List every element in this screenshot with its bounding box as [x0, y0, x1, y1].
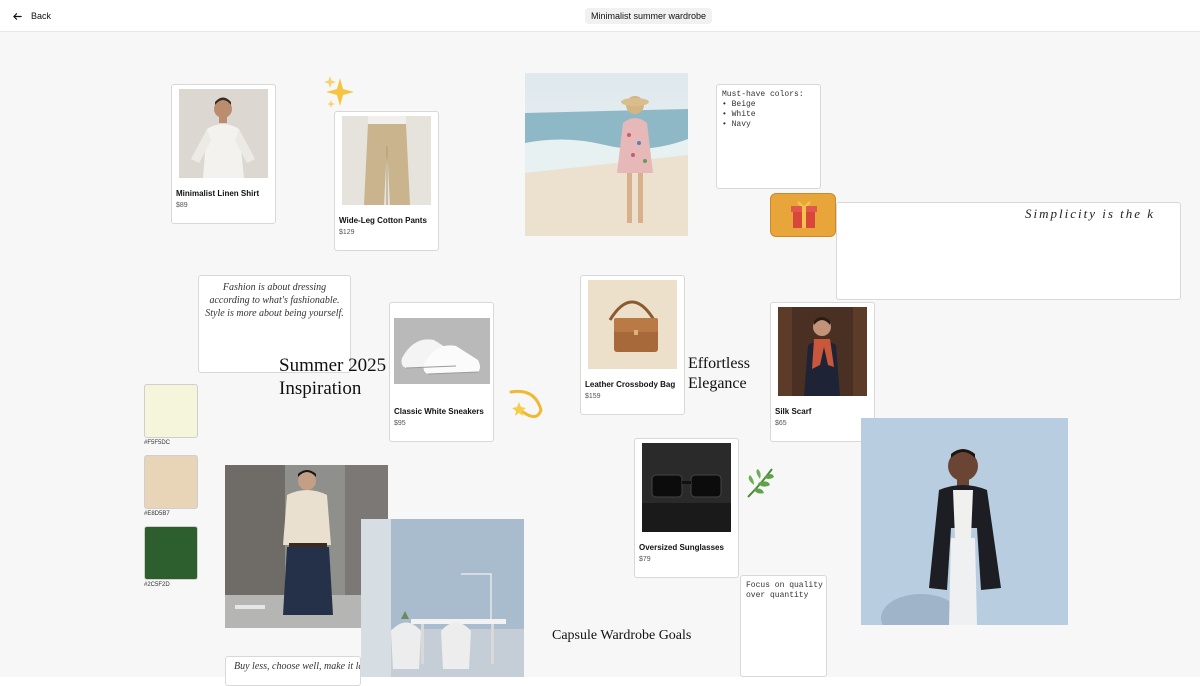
back-button[interactable]: Back [12, 8, 51, 24]
moodboard-canvas[interactable]: Minimalist Linen Shirt $89 Wide-Leg Cott… [0, 32, 1200, 686]
product-name: Wide-Leg Cotton Pants [339, 216, 427, 225]
product-card-white-sneakers[interactable]: Classic White Sneakers $95 [389, 302, 494, 442]
sparkles-icon[interactable] [322, 74, 358, 110]
note-must-have-colors[interactable]: Must-have colors: • Beige • White • Navy [716, 84, 821, 189]
product-name: Classic White Sneakers [394, 407, 484, 416]
product-image-white-sneakers [394, 318, 490, 384]
text-effortless-elegance[interactable]: Effortless Elegance [688, 354, 750, 394]
swatch-label: #E8D5B7 [144, 511, 170, 517]
arrow-left-icon [13, 12, 22, 20]
product-image-silk-scarf [778, 307, 867, 396]
product-name: Silk Scarf [775, 407, 812, 416]
herb-icon[interactable] [742, 465, 778, 501]
product-price: $95 [394, 420, 406, 427]
gift-icon[interactable] [770, 193, 836, 237]
product-price: $159 [585, 393, 601, 400]
workspace-photo[interactable] [361, 519, 524, 677]
product-image-crossbody-bag [588, 280, 677, 369]
product-price: $79 [639, 556, 651, 563]
product-card-silk-scarf[interactable]: Silk Scarf $65 [770, 302, 875, 442]
quote-simplicity[interactable]: Simplicity is the k [836, 202, 1181, 300]
color-swatch[interactable] [144, 455, 198, 509]
leather-jacket-photo[interactable] [861, 418, 1068, 625]
product-price: $129 [339, 229, 355, 236]
product-card-linen-shirt[interactable]: Minimalist Linen Shirt $89 [171, 84, 276, 224]
product-price: $65 [775, 420, 787, 427]
quote-text: Simplicity is the k [1025, 206, 1156, 221]
product-card-crossbody-bag[interactable]: Leather Crossbody Bag $159 [580, 275, 685, 415]
color-swatch[interactable] [144, 384, 198, 438]
product-name: Oversized Sunglasses [639, 543, 724, 552]
text-summer-2025[interactable]: Summer 2025 Inspiration [279, 354, 386, 400]
top-bar: Back Minimalist summer wardrobe [0, 0, 1200, 32]
product-name: Leather Crossbody Bag [585, 380, 676, 389]
board-title[interactable]: Minimalist summer wardrobe [585, 8, 713, 24]
swatch-label: #2C5F2D [144, 582, 170, 588]
product-image-linen-shirt [179, 89, 268, 178]
product-image-cotton-pants [342, 116, 431, 205]
note-quality[interactable]: Focus on quality over quantity [740, 575, 827, 677]
swatch-label: #F5F5DC [144, 440, 171, 446]
quote-text: Buy less, choose well, make it la [234, 661, 361, 672]
color-swatch[interactable] [144, 526, 198, 580]
beach-photo[interactable] [525, 73, 688, 236]
product-card-sunglasses[interactable]: Oversized Sunglasses $79 [634, 438, 739, 578]
dizzy-icon[interactable] [505, 382, 545, 422]
text-capsule-wardrobe-goals[interactable]: Capsule Wardrobe Goals [552, 628, 691, 644]
product-price: $89 [176, 202, 188, 209]
back-label: Back [31, 11, 52, 21]
quote-buy-less[interactable]: Buy less, choose well, make it la [225, 656, 361, 686]
product-image-sunglasses [642, 443, 731, 532]
product-name: Minimalist Linen Shirt [176, 189, 260, 198]
product-card-cotton-pants[interactable]: Wide-Leg Cotton Pants $129 [334, 111, 439, 251]
